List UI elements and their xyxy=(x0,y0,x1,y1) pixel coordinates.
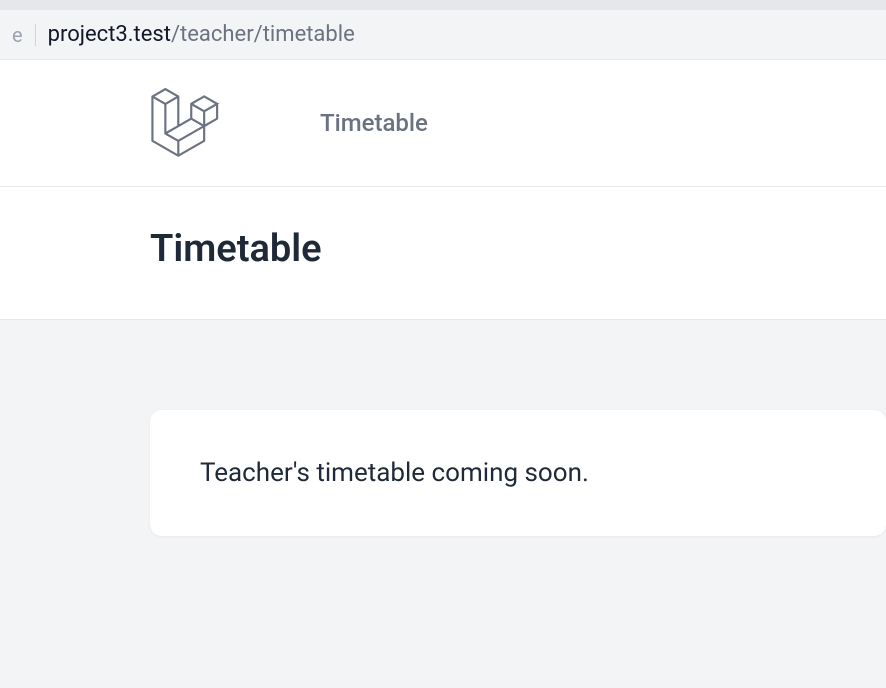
top-navigation: Timetable xyxy=(0,60,886,187)
page-title: Timetable xyxy=(150,227,886,271)
page-content: Timetable Timetable Teacher's timetable … xyxy=(0,59,886,536)
main-content: Teacher's timetable coming soon. xyxy=(0,320,886,536)
app-logo[interactable] xyxy=(150,88,220,158)
url-path: /teacher/timetable xyxy=(171,22,355,47)
url-prefix-fragment: e xyxy=(0,24,36,46)
card-message: Teacher's timetable coming soon. xyxy=(200,458,836,488)
url-domain: project3.test xyxy=(48,22,171,47)
address-bar[interactable]: e project3.test/teacher/timetable xyxy=(0,10,886,59)
page-header: Timetable xyxy=(0,187,886,320)
browser-toolbar-top xyxy=(0,0,886,10)
content-card: Teacher's timetable coming soon. xyxy=(150,410,886,536)
url-text[interactable]: project3.test/teacher/timetable xyxy=(48,22,355,47)
laravel-logo-icon xyxy=(150,88,220,158)
nav-link-timetable[interactable]: Timetable xyxy=(320,109,428,137)
